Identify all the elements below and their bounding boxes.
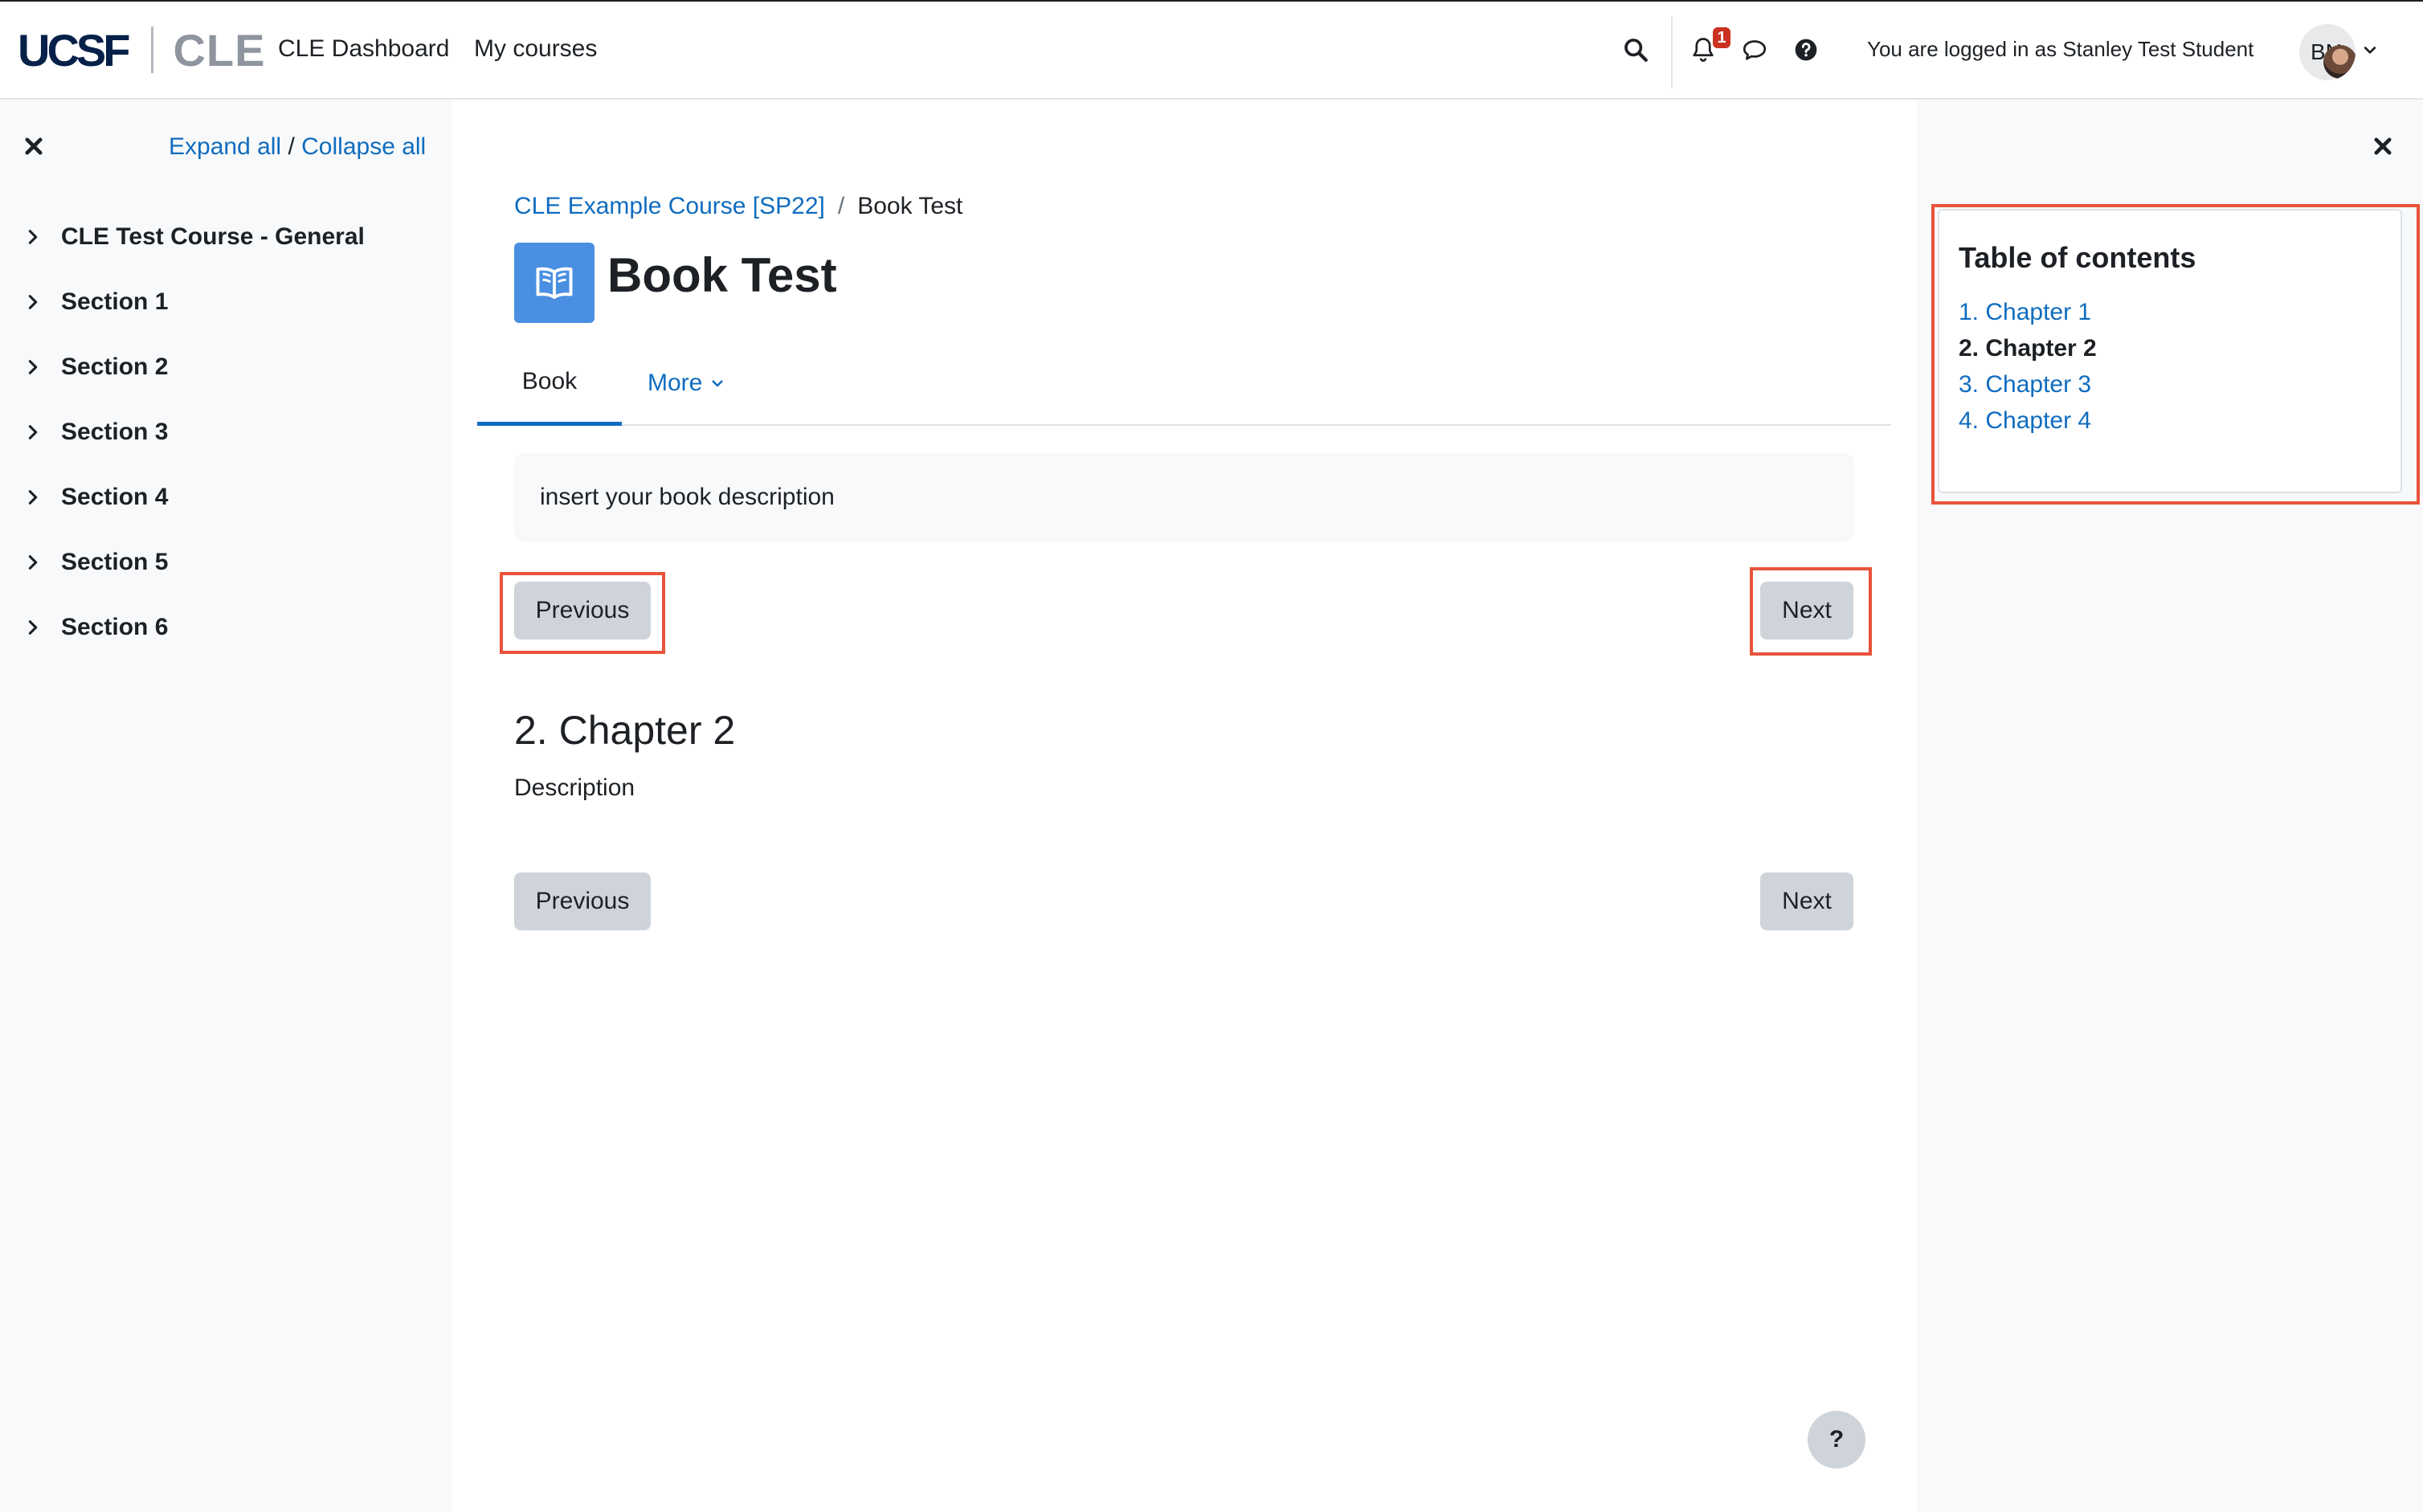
chapter-title: 2. Chapter 2 xyxy=(514,708,736,753)
breadcrumb-separator: / xyxy=(837,193,845,219)
course-section-1[interactable]: Section 1 xyxy=(24,269,365,334)
course-section-3[interactable]: Section 3 xyxy=(24,399,365,464)
chevron-right-icon[interactable] xyxy=(24,293,61,311)
logged-in-user-text: You are logged in as Stanley Test Studen… xyxy=(1867,37,2254,61)
chevron-down-icon[interactable] xyxy=(2362,42,2378,62)
expand-collapse-links: Expand all / Collapse all xyxy=(169,133,426,161)
chapter-description: Description xyxy=(514,774,635,801)
avatar-photo xyxy=(2323,45,2356,79)
breadcrumb: CLE Example Course [SP22] / Book Test xyxy=(514,193,962,220)
chevron-right-icon[interactable] xyxy=(24,619,61,636)
logo-divider xyxy=(151,27,154,73)
course-section-4[interactable]: Section 4 xyxy=(24,464,365,529)
logo-ucsf: UCSF xyxy=(18,24,130,76)
main-content: CLE Example Course [SP22] / Book Test Bo… xyxy=(452,100,1917,1512)
highlight-table-of-contents xyxy=(1931,204,2420,505)
navbar-divider xyxy=(1671,16,1673,88)
course-section-label[interactable]: Section 1 xyxy=(61,288,168,316)
help-floating-button[interactable]: ? xyxy=(1808,1411,1865,1469)
expand-all-link[interactable]: Expand all xyxy=(169,133,281,160)
breadcrumb-current: Book Test xyxy=(857,193,963,219)
chevron-right-icon[interactable] xyxy=(24,423,61,441)
help-icon[interactable] xyxy=(1790,34,1822,66)
breadcrumb-course-link[interactable]: CLE Example Course [SP22] xyxy=(514,193,825,220)
close-icon[interactable] xyxy=(2372,135,2394,161)
course-section-5[interactable]: Section 5 xyxy=(24,529,365,595)
course-section-2[interactable]: Section 2 xyxy=(24,334,365,399)
page-title: Book Test xyxy=(607,248,837,302)
close-icon[interactable] xyxy=(22,135,45,161)
book-icon xyxy=(514,243,595,323)
expand-collapse-separator: / xyxy=(288,133,295,160)
chevron-right-icon[interactable] xyxy=(24,554,61,571)
next-button-bottom[interactable]: Next xyxy=(1760,872,1853,930)
previous-button-bottom[interactable]: Previous xyxy=(514,872,651,930)
course-section-label[interactable]: Section 6 xyxy=(61,614,168,641)
course-section-label[interactable]: Section 2 xyxy=(61,353,168,381)
chevron-right-icon[interactable] xyxy=(24,228,61,246)
course-section-label[interactable]: Section 3 xyxy=(61,419,168,446)
nav-my-courses[interactable]: My courses xyxy=(474,35,597,63)
tab-more-label[interactable]: More xyxy=(648,370,702,397)
course-section-label[interactable]: Section 4 xyxy=(61,484,168,511)
notification-count-badge: 1 xyxy=(1713,27,1730,48)
book-description: insert your book description xyxy=(514,453,1854,541)
course-section-list: CLE Test Course - General Section 1 Sect… xyxy=(24,204,365,660)
course-section-label[interactable]: Section 5 xyxy=(61,549,168,576)
course-section-6[interactable]: Section 6 xyxy=(24,595,365,660)
course-index-drawer: Expand all / Collapse all CLE Test Cours… xyxy=(0,100,452,1512)
course-section-general[interactable]: CLE Test Course - General xyxy=(24,204,365,269)
tab-more[interactable]: More xyxy=(648,341,725,426)
tab-book[interactable]: Book xyxy=(477,341,622,426)
search-icon[interactable] xyxy=(1620,34,1652,66)
collapse-all-link[interactable]: Collapse all xyxy=(301,133,426,160)
highlight-previous-button xyxy=(500,572,665,654)
logo-cle: CLE xyxy=(173,24,266,76)
chevron-right-icon[interactable] xyxy=(24,358,61,376)
nav-cle-dashboard[interactable]: CLE Dashboard xyxy=(278,35,449,63)
chevron-down-icon[interactable] xyxy=(710,370,725,397)
chat-icon[interactable] xyxy=(1739,34,1771,66)
user-avatar[interactable]: BN xyxy=(2299,24,2356,80)
site-logo[interactable]: UCSF CLE xyxy=(18,22,265,77)
top-navbar: UCSF CLE CLE Dashboard My courses 1 You … xyxy=(0,0,2423,100)
chevron-right-icon[interactable] xyxy=(24,488,61,506)
highlight-next-button xyxy=(1750,567,1872,656)
secondary-navigation-tabs: Book More xyxy=(477,341,1891,426)
course-section-label[interactable]: CLE Test Course - General xyxy=(61,223,365,251)
